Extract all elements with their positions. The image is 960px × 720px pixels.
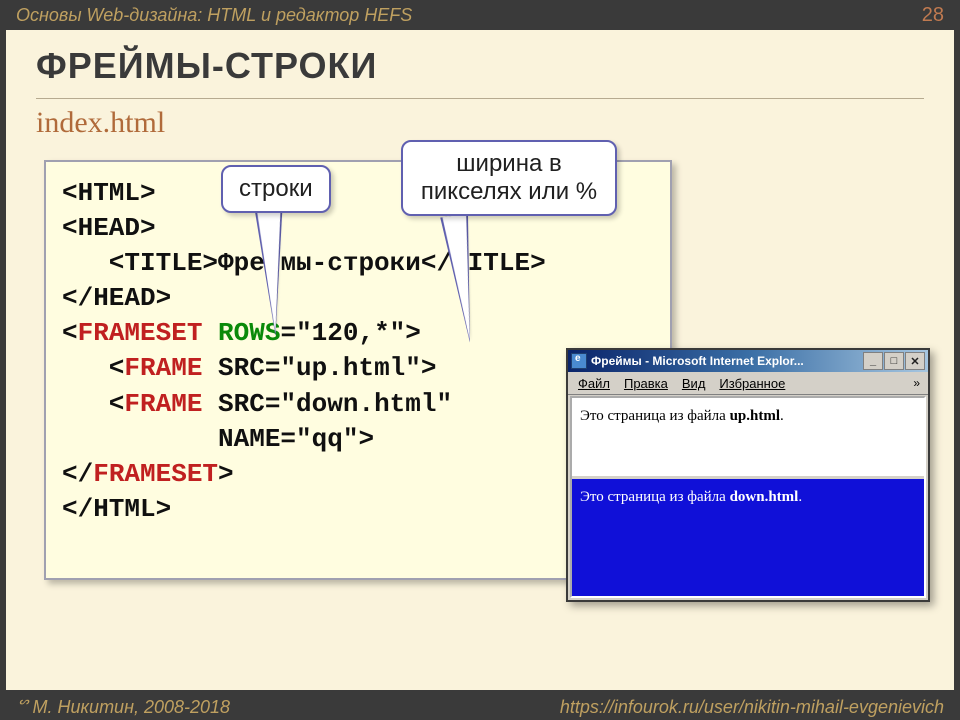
maximize-button[interactable]: □ [884, 352, 904, 370]
slide-footer: ᔥ М. Никитин, 2008-2018 https://infourok… [6, 697, 954, 718]
menu-file[interactable]: Файл [572, 374, 616, 393]
menu-view[interactable]: Вид [676, 374, 712, 393]
browser-menubar: Файл Правка Вид Избранное » [568, 372, 928, 395]
ie-icon [571, 353, 587, 369]
browser-window: Фреймы - Microsoft Internet Explor... _ … [566, 348, 930, 602]
title-divider [36, 98, 924, 99]
down-filename: down.html [730, 489, 799, 505]
menu-favorites[interactable]: Избранное [713, 374, 791, 393]
frame-up: Это страница из файла up.html. [572, 398, 924, 479]
slide: Основы Web-дизайна: HTML и редактор HEFS… [0, 0, 960, 720]
browser-viewport: Это страница из файла up.html. Это стран… [570, 396, 926, 598]
browser-titlebar[interactable]: Фреймы - Microsoft Internet Explor... _ … [568, 350, 928, 372]
up-text: Это страница из файла [580, 408, 730, 424]
author-credit: ᔥ М. Никитин, 2008-2018 [16, 697, 230, 718]
course-title: Основы Web-дизайна: HTML и редактор HEFS [16, 5, 412, 26]
window-controls: _ □ ✕ [863, 352, 925, 370]
slide-title: ФРЕЙМЫ-СТРОКИ [36, 45, 377, 87]
down-text: Это страница из файла [580, 489, 730, 505]
filename-subtitle: index.html [36, 106, 165, 140]
menu-edit[interactable]: Правка [618, 374, 674, 393]
minimize-button[interactable]: _ [863, 352, 883, 370]
menu-overflow[interactable]: » [909, 374, 924, 392]
callout-rows: строки [221, 165, 331, 213]
source-url: https://infourok.ru/user/nikitin-mihail-… [560, 697, 944, 718]
browser-title: Фреймы - Microsoft Internet Explor... [591, 354, 863, 368]
up-filename: up.html [730, 408, 780, 424]
close-button[interactable]: ✕ [905, 352, 925, 370]
callout-width: ширина в пикселях или % [401, 140, 617, 216]
frame-down: Это страница из файла down.html. [572, 479, 924, 596]
slide-header: Основы Web-дизайна: HTML и редактор HEFS… [6, 2, 954, 28]
page-number: 28 [922, 4, 944, 27]
